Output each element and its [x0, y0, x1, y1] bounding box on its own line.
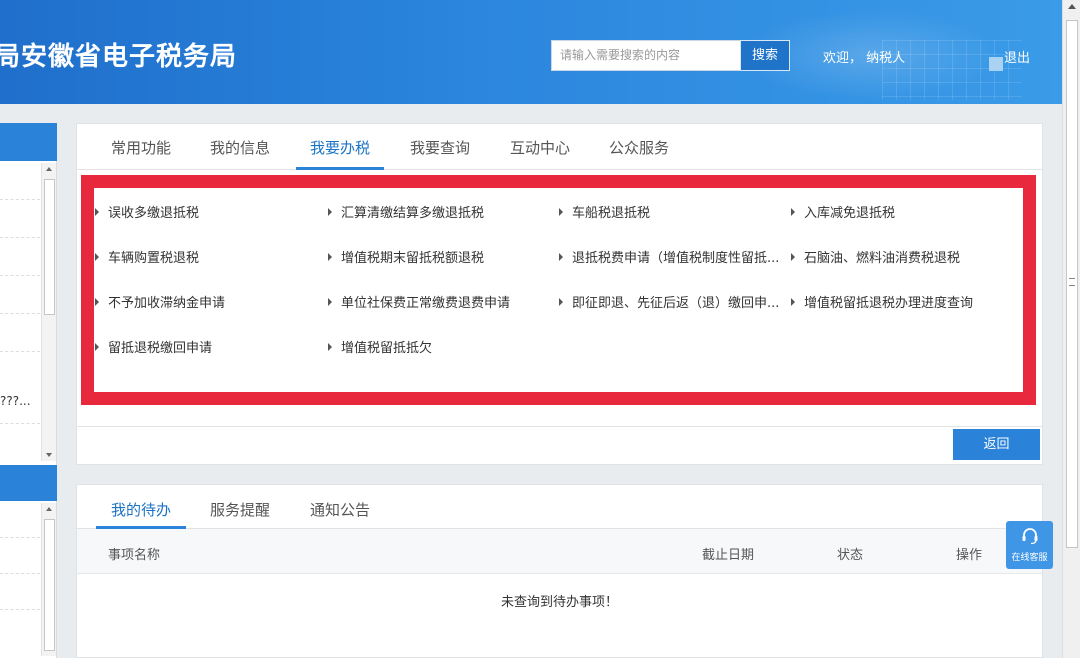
empty-state-message: 未查询到待办事项！ [500, 595, 618, 610]
list-divider [0, 351, 40, 352]
list-divider [0, 275, 40, 276]
menu-item[interactable]: 增值税期末留抵税额退税 [328, 247, 484, 266]
scroll-up-icon[interactable] [1068, 4, 1076, 9]
site-title: 局安徽省电子税务局 [0, 42, 238, 72]
list-divider [0, 313, 40, 314]
search-input[interactable]: 请输入需要搜索的内容 [551, 40, 741, 71]
triangle-bullet-icon [328, 298, 332, 306]
sidebar-header-bottom [0, 465, 57, 501]
tab-interaction-center[interactable]: 互动中心 [510, 137, 570, 158]
todo-table-header: 事项名称 截止日期 状态 操作 [77, 529, 1042, 574]
scroll-grip-icon [1069, 278, 1075, 286]
tab-notice[interactable]: 通知公告 [310, 499, 370, 520]
online-service-label: 在线客服 [1011, 553, 1048, 563]
todo-panel: 我的待办 服务提醒 通知公告 事项名称 截止日期 状态 操作 未查询到待办事项！ [76, 484, 1043, 658]
column-header-action: 操作 [956, 548, 983, 563]
triangle-bullet-icon [791, 253, 795, 261]
tab-query[interactable]: 我要查询 [410, 137, 470, 158]
tax-service-panel: 常用功能 我的信息 我要办税 我要查询 互动中心 公众服务 误收多缴退抵税 汇算… [76, 123, 1043, 465]
logout-icon[interactable] [989, 57, 1003, 71]
menu-item[interactable]: 留抵退税缴回申请 [95, 337, 212, 356]
scroll-down-icon[interactable] [46, 453, 52, 457]
menu-item[interactable]: 车船税退抵税 [559, 202, 650, 221]
triangle-bullet-icon [559, 253, 563, 261]
welcome-text: 欢迎， 纳税人 [823, 51, 906, 66]
triangle-bullet-icon [328, 208, 332, 216]
sidebar-header-top [0, 123, 57, 161]
main-tabs: 常用功能 我的信息 我要办税 我要查询 互动中心 公众服务 [77, 124, 1042, 170]
triangle-bullet-icon [95, 208, 99, 216]
tab-tax-handling[interactable]: 我要办税 [310, 137, 370, 158]
triangle-bullet-icon [95, 298, 99, 306]
back-button[interactable]: 返回 [953, 429, 1040, 460]
tab-public-service[interactable]: 公众服务 [609, 137, 669, 158]
scroll-thumb[interactable] [44, 519, 55, 651]
list-divider [0, 609, 40, 610]
header-banner: 局安徽省电子税务局 请输入需要搜索的内容 搜索 欢迎， 纳税人 退出 [0, 0, 1062, 104]
triangle-bullet-icon [95, 343, 99, 351]
left-sidebar: ???... [0, 123, 57, 658]
list-divider [0, 199, 40, 200]
triangle-bullet-icon [328, 253, 332, 261]
tab-my-info[interactable]: 我的信息 [210, 137, 270, 158]
tab-my-todo[interactable]: 我的待办 [111, 499, 171, 520]
triangle-bullet-icon [95, 253, 99, 261]
tab-common-functions[interactable]: 常用功能 [111, 137, 171, 158]
menu-item[interactable]: 入库减免退抵税 [791, 202, 895, 221]
todo-tabs: 我的待办 服务提醒 通知公告 [77, 485, 1042, 529]
active-tab-indicator [296, 167, 384, 170]
menu-item[interactable]: 汇算清缴结算多缴退抵税 [328, 202, 484, 221]
page-scrollbar[interactable] [1062, 0, 1080, 658]
menu-item[interactable]: 增值税留抵退税办理进度查询 [791, 292, 973, 311]
triangle-bullet-icon [559, 298, 563, 306]
column-header-deadline: 截止日期 [702, 548, 755, 563]
tab-service-reminder[interactable]: 服务提醒 [210, 499, 270, 520]
list-divider [0, 537, 40, 538]
menu-item[interactable]: 误收多缴退抵税 [95, 202, 199, 221]
menu-item[interactable]: 单位社保费正常缴费退费申请 [328, 292, 510, 311]
headset-icon [1022, 528, 1038, 544]
menu-item[interactable]: 退抵税费申请（增值税制度性留抵... [559, 247, 779, 266]
triangle-bullet-icon [328, 343, 332, 351]
list-divider [0, 573, 40, 574]
column-header-name: 事项名称 [108, 548, 161, 563]
scroll-thumb[interactable] [44, 179, 55, 315]
list-divider [0, 423, 40, 424]
sidebar-scrollbar[interactable] [41, 163, 56, 461]
menu-item[interactable]: 即征即退、先征后返（退）缴回申... [559, 292, 779, 311]
logout-link[interactable]: 退出 [1004, 47, 1030, 66]
list-divider [0, 237, 40, 238]
search-button[interactable]: 搜索 [740, 40, 790, 71]
scroll-up-icon[interactable] [46, 167, 52, 171]
panel-divider [77, 426, 1042, 427]
triangle-bullet-icon [791, 208, 795, 216]
menu-item[interactable]: 车辆购置税退税 [95, 247, 199, 266]
sidebar-list-top: ???... [0, 161, 57, 465]
scroll-up-icon[interactable] [46, 507, 52, 511]
menu-item[interactable]: 石脑油、燃料油消费税退税 [791, 247, 960, 266]
triangle-bullet-icon [559, 208, 563, 216]
highlighted-menu-box: 误收多缴退抵税 汇算清缴结算多缴退抵税 车船税退抵税 入库减免退抵税 车辆购置税… [81, 175, 1036, 405]
sidebar-truncated-item[interactable]: ???... [0, 394, 31, 408]
column-header-status: 状态 [837, 548, 864, 563]
triangle-bullet-icon [791, 298, 795, 306]
sidebar-list-bottom [0, 501, 57, 658]
sidebar-scrollbar[interactable] [41, 503, 56, 656]
online-service-button[interactable]: 在线客服 [1006, 521, 1053, 569]
menu-item[interactable]: 不予加收滞纳金申请 [95, 292, 225, 311]
menu-item[interactable]: 增值税留抵抵欠 [328, 337, 432, 356]
